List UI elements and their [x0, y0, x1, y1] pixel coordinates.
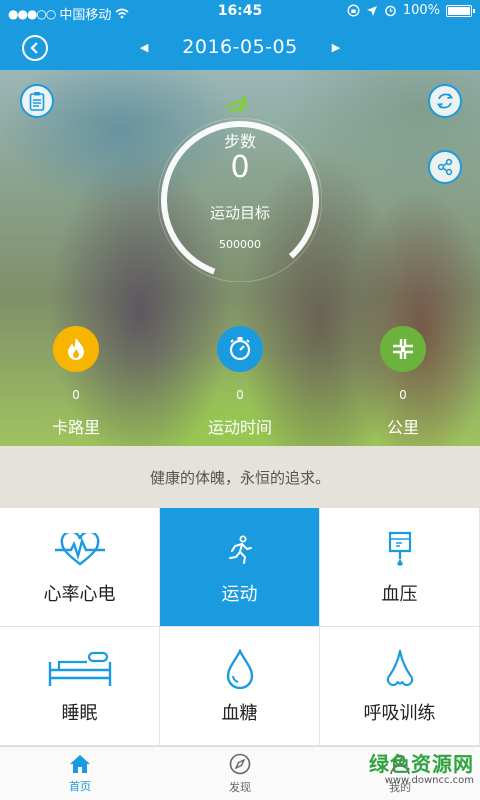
route-icon [380, 326, 426, 372]
location-icon [366, 5, 377, 16]
battery-percent: 100% [402, 3, 440, 18]
tab-label: 发现 [229, 780, 251, 794]
stat-calories: 0 卡路里 [11, 326, 141, 438]
slogan-text: 健康的体魄，永恒的追求。 [149, 468, 330, 487]
feature-blood-sugar[interactable]: 血糖 [160, 627, 320, 746]
steps-value: 0 [230, 150, 250, 185]
calories-value: 0 [72, 388, 80, 402]
share-button[interactable] [428, 150, 462, 184]
feature-sleep[interactable]: 睡眠 [0, 627, 160, 746]
clipboard-icon [29, 92, 45, 111]
feature-label: 血糖 [221, 703, 258, 724]
report-button[interactable] [20, 84, 54, 118]
stat-duration: 0 运动时间 [175, 326, 305, 438]
duration-label: 运动时间 [207, 418, 272, 437]
site-watermark: 绿色资源网 www.downcc.com [369, 748, 474, 786]
nose-icon [384, 647, 416, 691]
activity-hero: 步数 0 运动目标 500000 0 卡路里 0 运动时间 0 公里 [0, 70, 480, 446]
feature-heart-rate[interactable]: 心率心电 [0, 508, 160, 627]
runner-icon [226, 528, 254, 572]
feature-blood-pressure[interactable]: 血压 [320, 508, 480, 627]
distance-label: 公里 [386, 418, 419, 437]
calories-label: 卡路里 [51, 418, 100, 437]
tab-discover[interactable]: 发现 [160, 747, 320, 800]
feature-exercise[interactable]: 运动 [160, 508, 320, 627]
compass-icon [229, 753, 251, 774]
alarm-icon [385, 5, 396, 17]
watermark-url: www.downcc.com [384, 775, 474, 786]
feature-label: 血压 [381, 584, 418, 605]
blood-pressure-icon [387, 528, 413, 572]
header-bar: ●●●○○ 中国移动 16:45 100% ◀ 2016-05-05 ▶ [0, 0, 480, 70]
distance-value: 0 [399, 388, 407, 402]
home-icon [70, 754, 90, 773]
bed-icon [47, 647, 113, 691]
runner-icon [226, 96, 249, 114]
sync-button[interactable] [428, 84, 462, 118]
tab-home[interactable]: 首页 [0, 747, 160, 800]
next-date-button[interactable]: ▶ [332, 41, 340, 54]
share-icon [437, 158, 453, 176]
feature-label: 睡眠 [61, 703, 98, 724]
flame-icon [53, 326, 99, 372]
feature-label: 运动 [221, 584, 258, 605]
stopwatch-icon [217, 326, 263, 372]
goal-label: 运动目标 [209, 204, 270, 222]
heartbeat-icon [54, 528, 106, 572]
status-bar: ●●●○○ 中国移动 16:45 100% [0, 0, 480, 24]
current-date[interactable]: 2016-05-05 [182, 36, 297, 58]
drop-icon [225, 647, 255, 691]
watermark-title: 绿色资源网 [369, 752, 474, 776]
prev-date-button[interactable]: ◀ [140, 41, 148, 54]
slogan-banner: 健康的体魄，永恒的追求。 [0, 446, 480, 508]
goal-value: 500000 [219, 238, 261, 251]
duration-value: 0 [236, 388, 244, 402]
date-selector: ◀ 2016-05-05 ▶ [0, 32, 480, 62]
orientation-lock-icon [347, 4, 360, 17]
stat-distance: 0 公里 [338, 326, 468, 438]
feature-breathing[interactable]: 呼吸训练 [320, 627, 480, 746]
tab-label: 首页 [69, 779, 91, 793]
battery-icon [446, 4, 475, 17]
feature-label: 心率心电 [43, 584, 116, 605]
sync-icon [436, 93, 454, 109]
steps-label: 步数 [223, 132, 256, 151]
feature-grid: 心率心电 运动 血压 睡眠 血糖 呼吸训练 [0, 508, 480, 746]
feature-label: 呼吸训练 [363, 703, 436, 724]
